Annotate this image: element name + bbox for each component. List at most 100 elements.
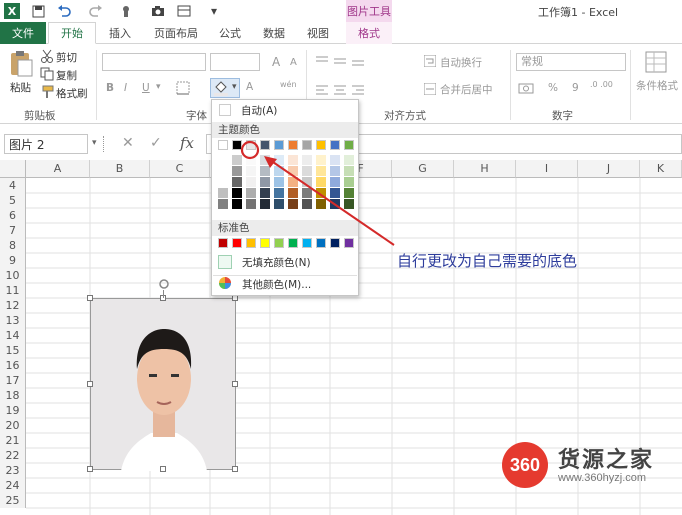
merge-center-button[interactable]: 合并后居中 bbox=[440, 82, 493, 97]
portrait-picture[interactable] bbox=[87, 295, 238, 472]
select-all-corner[interactable] bbox=[0, 160, 26, 178]
row-header[interactable]: 10 bbox=[0, 268, 26, 283]
camera-icon[interactable] bbox=[150, 3, 166, 19]
phonetic-button[interactable]: wén bbox=[280, 80, 297, 89]
theme-color-swatch[interactable] bbox=[218, 199, 228, 209]
more-colors-option[interactable]: 其他颜色(M)... bbox=[213, 275, 357, 293]
tab-view[interactable]: 视图 bbox=[302, 22, 334, 44]
tab-file[interactable]: 文件 bbox=[0, 22, 46, 44]
customize-icon[interactable]: ▾ bbox=[206, 3, 222, 19]
row-header[interactable]: 15 bbox=[0, 343, 26, 358]
shrink-font-button[interactable]: A bbox=[290, 57, 297, 68]
fill-color-dropdown-icon[interactable]: ▾ bbox=[232, 82, 237, 92]
column-header[interactable]: I bbox=[516, 160, 578, 178]
percent-button[interactable]: % bbox=[548, 82, 558, 94]
font-size-combo[interactable] bbox=[210, 53, 260, 71]
underline-dropdown-icon[interactable]: ▾ bbox=[156, 82, 161, 92]
cancel-icon[interactable]: ✕ bbox=[122, 135, 134, 151]
merge-center-icon[interactable] bbox=[423, 82, 437, 96]
enter-icon[interactable]: ✓ bbox=[150, 135, 162, 151]
formula-splitter[interactable] bbox=[103, 136, 105, 152]
bold-button[interactable]: B bbox=[106, 82, 114, 94]
theme-color-swatch[interactable] bbox=[218, 140, 228, 150]
currency-icon[interactable] bbox=[518, 82, 538, 96]
copy-icon[interactable] bbox=[40, 67, 54, 81]
column-header[interactable]: G bbox=[392, 160, 454, 178]
name-box[interactable]: 图片 2 bbox=[4, 134, 88, 154]
row-header[interactable]: 6 bbox=[0, 208, 26, 223]
format-painter-button[interactable]: 格式刷 bbox=[56, 86, 88, 101]
tab-format[interactable]: 格式 bbox=[346, 22, 392, 44]
row-header[interactable]: 4 bbox=[0, 178, 26, 193]
wrap-text-button[interactable]: 自动换行 bbox=[440, 55, 482, 70]
undo-icon[interactable] bbox=[56, 3, 72, 19]
italic-button[interactable]: I bbox=[124, 82, 127, 94]
row-header[interactable]: 13 bbox=[0, 313, 26, 328]
cut-icon[interactable] bbox=[40, 49, 54, 63]
row-header[interactable]: 7 bbox=[0, 223, 26, 238]
resize-handle[interactable] bbox=[232, 466, 238, 472]
row-header[interactable]: 20 bbox=[0, 418, 26, 433]
resize-handle[interactable] bbox=[232, 381, 238, 387]
tab-formulas[interactable]: 公式 bbox=[214, 22, 246, 44]
row-header[interactable]: 21 bbox=[0, 433, 26, 448]
column-header[interactable]: K bbox=[640, 160, 682, 178]
vertical-align-icons[interactable] bbox=[316, 55, 364, 67]
name-box-dropdown-icon[interactable]: ▾ bbox=[92, 138, 97, 148]
format-painter-icon[interactable] bbox=[40, 85, 54, 99]
theme-color-swatch[interactable] bbox=[218, 188, 228, 198]
row-header[interactable]: 16 bbox=[0, 358, 26, 373]
form-icon[interactable] bbox=[176, 3, 192, 19]
no-fill-option[interactable]: 无填充颜色(N) bbox=[213, 253, 357, 271]
row-header[interactable]: 18 bbox=[0, 388, 26, 403]
row-header[interactable]: 24 bbox=[0, 478, 26, 493]
wrap-text-icon[interactable] bbox=[423, 54, 437, 68]
column-header[interactable]: J bbox=[578, 160, 640, 178]
column-header[interactable]: A bbox=[26, 160, 90, 178]
rotate-handle-icon[interactable] bbox=[158, 278, 170, 290]
row-header[interactable]: 17 bbox=[0, 373, 26, 388]
row-header[interactable]: 11 bbox=[0, 283, 26, 298]
paste-icon[interactable] bbox=[8, 50, 34, 78]
row-header[interactable]: 8 bbox=[0, 238, 26, 253]
fill-color-button[interactable]: ▾ bbox=[210, 78, 240, 98]
paste-button[interactable]: 粘贴 bbox=[10, 80, 31, 95]
horizontal-align-icons[interactable] bbox=[316, 84, 364, 96]
copy-button[interactable]: 复制 bbox=[56, 68, 77, 83]
underline-button[interactable]: U bbox=[142, 82, 150, 94]
resize-handle[interactable] bbox=[87, 295, 93, 301]
touch-mode-icon[interactable] bbox=[118, 3, 134, 19]
row-header[interactable]: 25 bbox=[0, 493, 26, 508]
column-header[interactable]: H bbox=[454, 160, 516, 178]
tab-home[interactable]: 开始 bbox=[48, 22, 96, 44]
resize-handle[interactable] bbox=[87, 466, 93, 472]
theme-color-swatch[interactable] bbox=[218, 177, 228, 187]
grow-font-button[interactable]: A bbox=[272, 55, 280, 69]
auto-color-option[interactable]: 自动(A) bbox=[213, 101, 357, 119]
row-header[interactable]: 12 bbox=[0, 298, 26, 313]
row-header[interactable]: 5 bbox=[0, 193, 26, 208]
number-format-combo[interactable]: 常规 bbox=[516, 53, 626, 71]
comma-button[interactable]: 9 bbox=[572, 82, 579, 94]
column-header[interactable]: B bbox=[90, 160, 150, 178]
decimal-buttons[interactable]: .0 .00 bbox=[590, 80, 613, 89]
cut-button[interactable]: 剪切 bbox=[56, 50, 77, 65]
standard-color-swatch[interactable] bbox=[218, 238, 228, 248]
save-icon[interactable] bbox=[30, 3, 46, 19]
resize-handle[interactable] bbox=[160, 466, 166, 472]
row-header[interactable]: 9 bbox=[0, 253, 26, 268]
row-header[interactable]: 19 bbox=[0, 403, 26, 418]
theme-color-swatch[interactable] bbox=[218, 155, 228, 165]
redo-icon[interactable] bbox=[88, 3, 104, 19]
resize-handle[interactable] bbox=[87, 381, 93, 387]
insert-function-icon[interactable]: fx bbox=[180, 134, 194, 152]
font-color-button[interactable]: A bbox=[246, 81, 253, 93]
row-header[interactable]: 23 bbox=[0, 463, 26, 478]
tab-page-layout[interactable]: 页面布局 bbox=[148, 22, 204, 44]
tab-insert[interactable]: 插入 bbox=[104, 22, 136, 44]
row-header[interactable]: 14 bbox=[0, 328, 26, 343]
row-header[interactable]: 22 bbox=[0, 448, 26, 463]
column-header[interactable]: C bbox=[150, 160, 210, 178]
conditional-format-icon[interactable] bbox=[644, 50, 670, 74]
theme-color-swatch[interactable] bbox=[218, 166, 228, 176]
